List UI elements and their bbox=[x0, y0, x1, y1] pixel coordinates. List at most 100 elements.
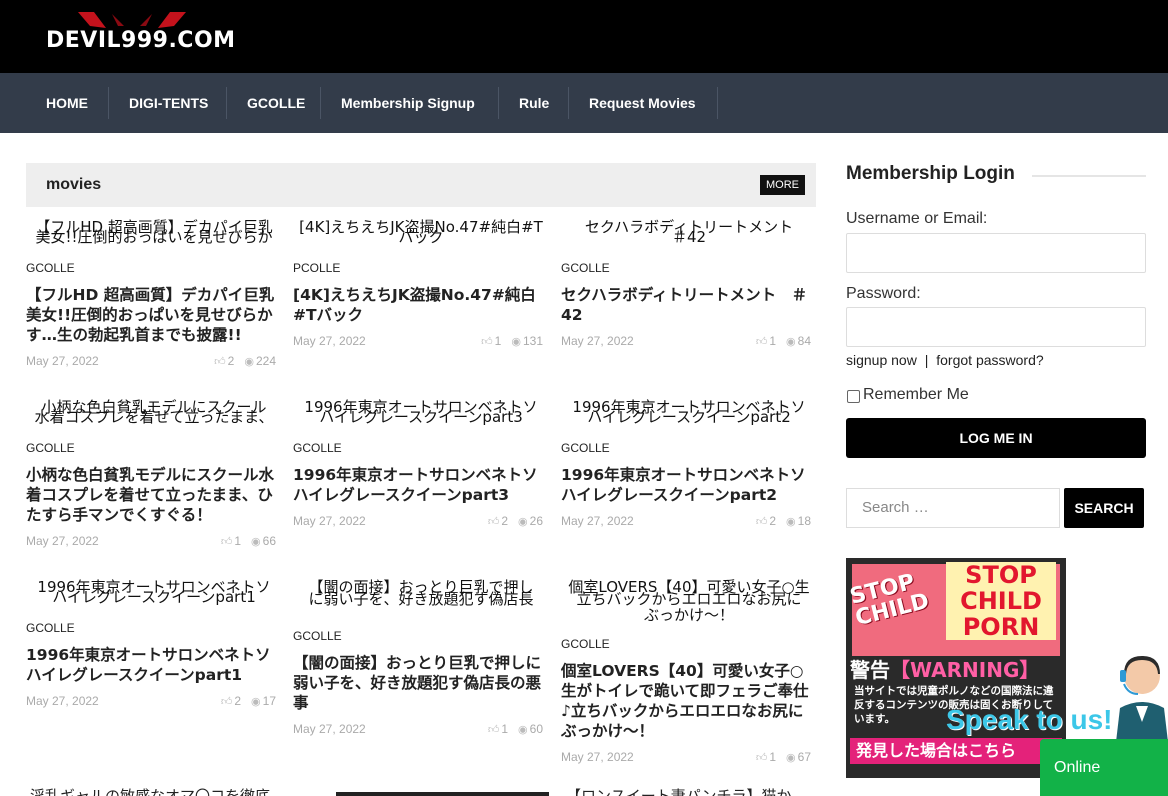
search-input[interactable]: Search … bbox=[846, 488, 1060, 528]
log-in-button[interactable]: LOG ME IN bbox=[846, 418, 1146, 458]
movie-meta: May 27, 2022 👍︎ 2 ◉ 17 bbox=[26, 692, 282, 712]
movie-meta: May 27, 2022 👍︎ 1 ◉ 131 bbox=[293, 332, 549, 352]
thumbnail-alt-text[interactable]: 小柄な色白貧乳モデルにスクール 水着コスプレを着せて立ったまま、 bbox=[26, 399, 282, 435]
nav-home[interactable]: HOME bbox=[46, 73, 88, 133]
post-stats: 👍︎ 2 ◉ 26 bbox=[488, 514, 543, 528]
search-button[interactable]: SEARCH bbox=[1064, 488, 1144, 528]
stop-child-porn-banner[interactable]: STOP CHILD STOP CHILD PORN 警告【WARNING】 当… bbox=[846, 558, 1066, 778]
banner-footer: 発見した場合はこちら bbox=[850, 738, 1062, 764]
category-link[interactable]: GCOLLE bbox=[561, 259, 817, 277]
movie-card[interactable]: 1996年東京オートサロンベネトソ ハイレグレースクイーンpart3 GCOLL… bbox=[293, 399, 549, 532]
movie-card[interactable]: 【フルHD 超高画質】デカパイ巨乳 美女!!圧倒的おっぱいを見せびらか GCOL… bbox=[26, 219, 282, 372]
remember-me-checkbox[interactable] bbox=[847, 390, 860, 403]
logo-text: DEVIL999.COM bbox=[46, 28, 236, 53]
alt-line: に弱い子を、好き放題犯す偽店長 bbox=[308, 590, 534, 608]
category-link[interactable]: GCOLLE bbox=[293, 439, 549, 457]
movie-title-link[interactable]: 【闇の面接】おっとり巨乳で押しに弱い子を、好き放題犯す偽店長の悪事 bbox=[293, 653, 549, 713]
category-link[interactable]: GCOLLE bbox=[26, 619, 282, 637]
view-count: 18 bbox=[797, 514, 811, 528]
thumbnail-alt-text[interactable]: 個室LOVERS【40】可愛い女子○生 立ちバックからエロエロなお尻に ぶっかけ… bbox=[561, 579, 817, 631]
movie-title-link[interactable]: [4K]えちえちJK盗撮No.47#純白#Tバック bbox=[293, 285, 549, 325]
movie-card[interactable]: 【闇の面接】おっとり巨乳で押し に弱い子を、好き放題犯す偽店長 GCOLLE 【… bbox=[293, 579, 549, 740]
thumbs-up-icon: 👍︎ bbox=[481, 336, 493, 348]
password-input[interactable] bbox=[846, 307, 1146, 347]
thumbnail-alt-text[interactable]: 1996年東京オートサロンベネトソ ハイレグレースクイーンpart1 bbox=[26, 579, 282, 615]
category-link[interactable]: GCOLLE bbox=[293, 627, 549, 645]
movie-title-link[interactable]: 【フルHD 超高画質】デカパイ巨乳美女!!圧倒的おっぱいを見せびらかす…生の勃起… bbox=[26, 285, 282, 345]
nav-membership-signup[interactable]: Membership Signup bbox=[341, 73, 475, 133]
post-date: May 27, 2022 bbox=[561, 334, 634, 348]
username-input[interactable] bbox=[846, 233, 1146, 273]
post-date: May 27, 2022 bbox=[26, 694, 99, 708]
movie-title-link[interactable]: 個室LOVERS【40】可愛い女子○生がトイレで跪いて即フェラご奉仕♪立ちバック… bbox=[561, 661, 817, 741]
movie-thumbnail-partial[interactable] bbox=[336, 792, 549, 796]
movie-card[interactable]: 1996年東京オートサロンベネトソ ハイレグレースクイーンpart1 GCOLL… bbox=[26, 579, 282, 712]
post-date: May 27, 2022 bbox=[26, 354, 99, 368]
movie-title-link[interactable]: 1996年東京オートサロンベネトソハイレグレースクイーンpart2 bbox=[561, 465, 817, 505]
movie-card-partial[interactable]: 【ロンスイート妻パンチラ】猫か bbox=[566, 786, 811, 796]
movie-card[interactable]: セクハラボディトリートメント ＃42 GCOLLE セクハラボディトリートメント… bbox=[561, 219, 817, 352]
eye-icon: ◉ bbox=[786, 336, 796, 348]
alt-line: 水着コスプレを着せて立ったまま、 bbox=[34, 408, 274, 426]
like-count: 2 bbox=[234, 694, 242, 708]
thumbs-up-icon: 👍︎ bbox=[220, 536, 233, 548]
nav-gcolle[interactable]: GCOLLE bbox=[247, 73, 305, 133]
link-separator: | bbox=[924, 352, 929, 368]
thumbnail-alt-text[interactable]: 1996年東京オートサロンベネトソ ハイレグレースクイーンpart3 bbox=[293, 399, 549, 435]
thumbnail-alt-text[interactable]: [4K]えちえちJK盗撮No.47#純白#T バック bbox=[293, 219, 549, 255]
movie-meta: May 27, 2022 👍︎ 2 ◉ 18 bbox=[561, 512, 817, 532]
movie-card-partial[interactable]: 淫乱ギャルの敏感なオマ〇コを徹底 bbox=[30, 786, 280, 796]
thumbs-up-icon: 👍︎ bbox=[487, 724, 500, 736]
category-link[interactable]: GCOLLE bbox=[561, 439, 817, 457]
nav-digi-tents[interactable]: DIGI-TENTS bbox=[129, 73, 208, 133]
thumbs-up-icon: 👍︎ bbox=[755, 752, 768, 764]
view-count: 67 bbox=[797, 750, 811, 764]
movie-card[interactable]: [4K]えちえちJK盗撮No.47#純白#T バック PCOLLE [4K]えち… bbox=[293, 219, 549, 352]
movie-card[interactable]: 小柄な色白貧乳モデルにスクール 水着コスプレを着せて立ったまま、 GCOLLE … bbox=[26, 399, 282, 552]
support-agent-icon[interactable] bbox=[1110, 650, 1168, 742]
alt-line: ぶっかけ〜！ bbox=[643, 606, 734, 624]
thumbnail-alt-text[interactable]: 【闇の面接】おっとり巨乳で押し に弱い子を、好き放題犯す偽店長 bbox=[293, 579, 549, 623]
movie-title-link[interactable]: 1996年東京オートサロンベネトソハイレグレースクイーンpart1 bbox=[26, 645, 282, 685]
thumbnail-alt-text[interactable]: 1996年東京オートサロンベネトソ ハイレグレースクイーンpart2 bbox=[561, 399, 817, 435]
post-stats: 👍︎ 2 ◉ 18 bbox=[756, 514, 811, 528]
movie-card[interactable]: 個室LOVERS【40】可愛い女子○生 立ちバックからエロエロなお尻に ぶっかけ… bbox=[561, 579, 817, 768]
headline-line: CHILD bbox=[960, 587, 1042, 615]
movie-title-link[interactable]: 1996年東京オートサロンベネトソハイレグレースクイーンpart3 bbox=[293, 465, 549, 505]
post-stats: 👍︎ 1 ◉ 66 bbox=[221, 534, 276, 548]
movie-card[interactable]: 1996年東京オートサロンベネトソ ハイレグレースクイーンpart2 GCOLL… bbox=[561, 399, 817, 532]
view-count: 131 bbox=[522, 334, 543, 348]
category-link[interactable]: GCOLLE bbox=[26, 439, 282, 457]
movie-title-link[interactable]: 小柄な色白貧乳モデルにスクール水着コスプレを着せて立ったまま、ひたすら手マンでく… bbox=[26, 465, 282, 525]
username-label: Username or Email: bbox=[846, 210, 988, 227]
like-count: 2 bbox=[769, 514, 777, 528]
banner-headline: STOP CHILD PORN bbox=[946, 562, 1056, 640]
post-stats: 👍︎ 1 ◉ 67 bbox=[756, 750, 811, 764]
remember-me-label[interactable]: Remember Me bbox=[863, 386, 969, 404]
category-link[interactable]: PCOLLE bbox=[293, 259, 549, 277]
eye-icon: ◉ bbox=[518, 724, 528, 736]
chat-status-button[interactable]: Online bbox=[1040, 739, 1168, 796]
movie-meta: May 27, 2022 👍︎ 1 ◉ 84 bbox=[561, 332, 817, 352]
category-link[interactable]: GCOLLE bbox=[561, 635, 817, 653]
thumbnail-alt-text[interactable]: セクハラボディトリートメント ＃42 bbox=[561, 219, 817, 255]
banner-warning: 警告【WARNING】 bbox=[850, 658, 1062, 682]
speak-to-us-label[interactable]: Speak to us! bbox=[946, 704, 1112, 736]
post-date: May 27, 2022 bbox=[561, 750, 634, 764]
category-link[interactable]: GCOLLE bbox=[26, 259, 282, 277]
view-count: 224 bbox=[255, 354, 276, 368]
password-label: Password: bbox=[846, 285, 921, 302]
more-button[interactable]: MORE bbox=[760, 175, 805, 195]
alt-line: ハイレグレースクイーンpart2 bbox=[587, 408, 791, 426]
thumbs-up-icon: 👍︎ bbox=[220, 696, 233, 708]
post-date: May 27, 2022 bbox=[26, 534, 99, 548]
view-count: 17 bbox=[262, 694, 276, 708]
thumbnail-alt-text[interactable]: 【フルHD 超高画質】デカパイ巨乳 美女!!圧倒的おっぱいを見せびらか bbox=[26, 219, 282, 255]
signup-link[interactable]: signup now bbox=[846, 352, 917, 368]
headline-line: STOP bbox=[965, 561, 1037, 589]
site-header: DEVIL999.COM bbox=[0, 0, 1168, 73]
nav-rule[interactable]: Rule bbox=[519, 73, 549, 133]
movie-title-link[interactable]: セクハラボディトリートメント ＃42 bbox=[561, 285, 817, 325]
nav-request-movies[interactable]: Request Movies bbox=[589, 73, 696, 133]
forgot-password-link[interactable]: forgot password? bbox=[936, 352, 1043, 368]
